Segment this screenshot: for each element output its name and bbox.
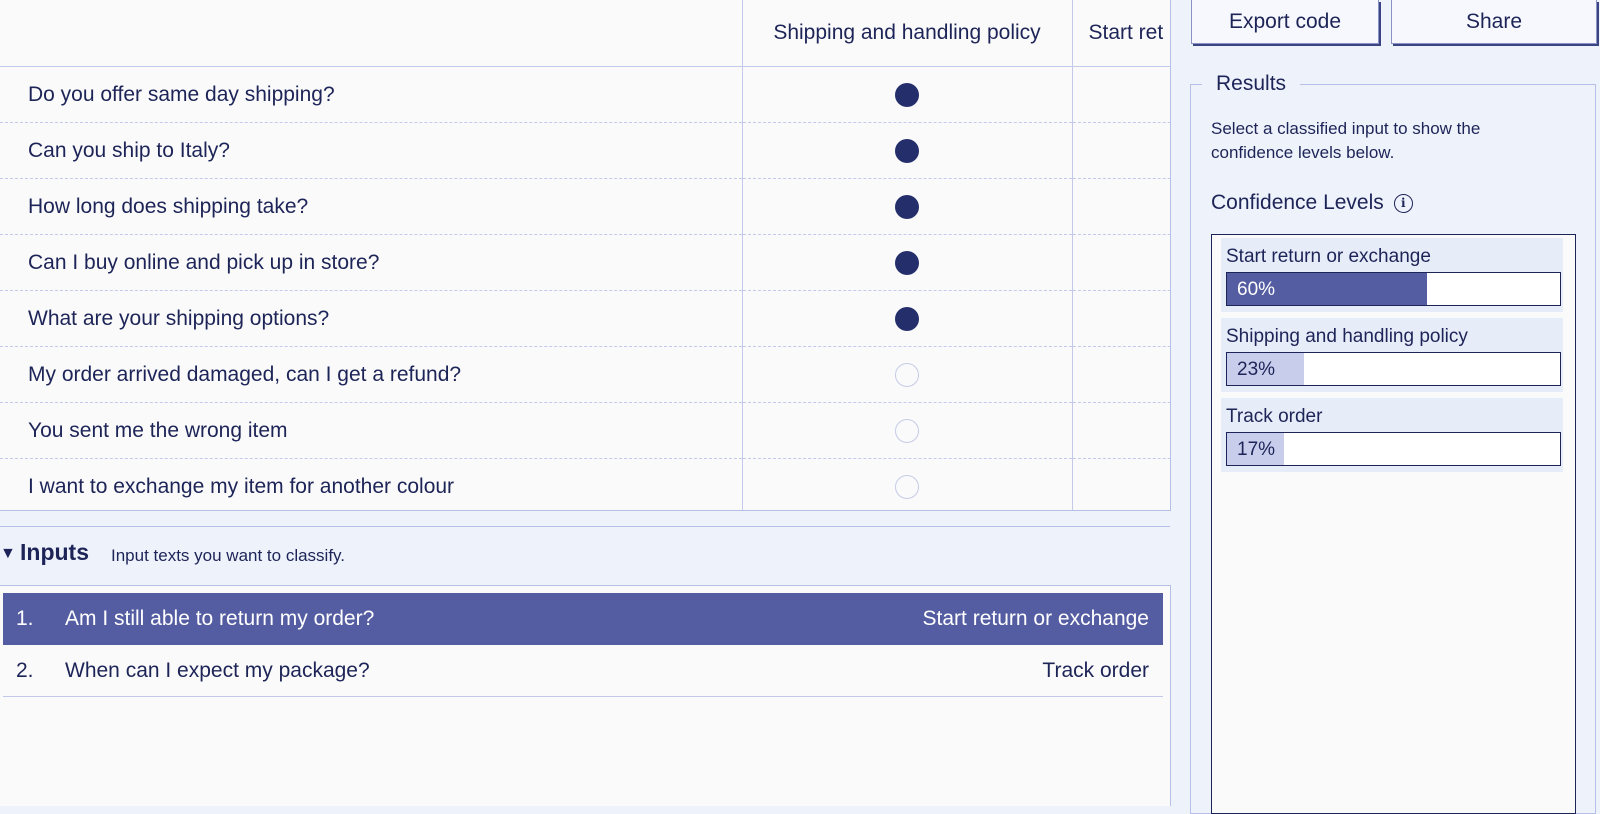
shipping-cell[interactable] xyxy=(741,178,1072,235)
radio-selected-icon[interactable] xyxy=(895,82,919,107)
input-predicted-label: Start return or exchange xyxy=(922,607,1149,630)
export-code-button[interactable]: Export code xyxy=(1191,0,1379,44)
table-row: My order arrived damaged, can I get a re… xyxy=(0,346,1170,403)
table-row: Can you ship to Italy? xyxy=(0,122,1170,179)
example-text[interactable]: How long does shipping take? xyxy=(0,178,742,235)
table-row: What are your shipping options? xyxy=(0,290,1170,347)
example-text[interactable]: What are your shipping options? xyxy=(0,290,742,347)
input-predicted-label: Track order xyxy=(1042,658,1149,682)
confidence-levels-heading: Confidence Levels i xyxy=(1211,191,1413,215)
shipping-cell[interactable] xyxy=(741,346,1072,403)
example-text[interactable]: Can you ship to Italy? xyxy=(0,122,742,179)
table-row: How long does shipping take? xyxy=(0,178,1170,235)
radio-selected-icon[interactable] xyxy=(895,138,919,163)
column-header-start-return[interactable]: Start ret xyxy=(1071,0,1170,67)
radio-selected-icon[interactable] xyxy=(895,306,919,331)
example-text[interactable]: I want to exchange my item for another c… xyxy=(0,458,742,510)
confidence-label: Track order xyxy=(1226,406,1323,427)
examples-table-panel: Shipping and handling policy Start ret D… xyxy=(0,0,1171,511)
shipping-cell[interactable] xyxy=(741,402,1072,459)
example-text[interactable]: You sent me the wrong item xyxy=(0,402,742,459)
inputs-section-header[interactable]: ▼ Inputs Input texts you want to classif… xyxy=(0,526,1170,587)
start-return-cell[interactable] xyxy=(1071,234,1170,291)
table-header-row: Shipping and handling policy Start ret xyxy=(0,0,1170,67)
radio-selected-icon[interactable] xyxy=(895,250,919,275)
inputs-subtitle: Input texts you want to classify. xyxy=(111,546,346,565)
results-legend: Results xyxy=(1202,72,1301,96)
confidence-label: Start return or exchange xyxy=(1226,246,1431,267)
table-row: You sent me the wrong item xyxy=(0,402,1170,459)
shipping-cell[interactable] xyxy=(741,290,1072,347)
input-text: When can I expect my package? xyxy=(65,658,370,682)
start-return-cell[interactable] xyxy=(1071,66,1170,123)
confidence-item: Shipping and handling policy 23% xyxy=(1221,318,1563,392)
radio-empty-icon[interactable] xyxy=(895,362,919,387)
table-row: I want to exchange my item for another c… xyxy=(0,458,1170,510)
confidence-bar: 23% xyxy=(1226,352,1561,386)
shipping-cell[interactable] xyxy=(741,234,1072,291)
input-number: 1. xyxy=(16,607,34,630)
column-header-shipping[interactable]: Shipping and handling policy xyxy=(741,0,1072,67)
confidence-bar: 17% xyxy=(1226,432,1561,466)
confidence-item: Track order 17% xyxy=(1221,398,1563,472)
shipping-cell[interactable] xyxy=(741,66,1072,123)
example-text[interactable]: Can I buy online and pick up in store? xyxy=(0,234,742,291)
start-return-cell[interactable] xyxy=(1071,178,1170,235)
confidence-levels-box: Start return or exchange 60% Shipping and … xyxy=(1211,234,1576,814)
share-button[interactable]: Share xyxy=(1391,0,1597,44)
confidence-label: Shipping and handling policy xyxy=(1226,326,1468,347)
table-header-corner xyxy=(0,0,742,67)
start-return-cell[interactable] xyxy=(1071,290,1170,347)
start-return-cell[interactable] xyxy=(1071,458,1170,510)
input-row[interactable]: 1. Am I still able to return my order? Sta… xyxy=(3,593,1163,645)
input-text: Am I still able to return my order? xyxy=(65,607,375,630)
input-row[interactable]: 2. When can I expect my package? Track ord… xyxy=(3,645,1163,697)
inputs-list: 1. Am I still able to return my order? Sta… xyxy=(0,585,1171,806)
confidence-bar: 60% xyxy=(1226,272,1561,306)
radio-selected-icon[interactable] xyxy=(895,194,919,219)
radio-empty-icon[interactable] xyxy=(895,474,919,499)
confidence-item: Start return or exchange 60% xyxy=(1221,238,1563,312)
examples-table: Shipping and handling policy Start ret D… xyxy=(0,0,1170,510)
results-description: Select a classified input to show the co… xyxy=(1211,119,1481,162)
table-row: Do you offer same day shipping? xyxy=(0,66,1170,123)
confidence-percent: 60% xyxy=(1237,279,1276,300)
table-body: Do you offer same day shipping? Can you s… xyxy=(0,66,1170,510)
confidence-percent: 17% xyxy=(1237,439,1276,460)
table-row: Can I buy online and pick up in store? xyxy=(0,234,1170,291)
info-icon[interactable]: i xyxy=(1393,193,1413,213)
input-number: 2. xyxy=(16,658,34,682)
confidence-levels-title: Confidence Levels xyxy=(1211,191,1384,214)
radio-empty-icon[interactable] xyxy=(895,418,919,443)
shipping-cell[interactable] xyxy=(741,122,1072,179)
confidence-percent: 23% xyxy=(1237,359,1276,380)
shipping-cell[interactable] xyxy=(741,458,1072,510)
start-return-cell[interactable] xyxy=(1071,122,1170,179)
example-text[interactable]: Do you offer same day shipping? xyxy=(0,66,742,123)
start-return-cell[interactable] xyxy=(1071,402,1170,459)
collapse-triangle-icon[interactable]: ▼ xyxy=(0,545,16,563)
inputs-title: Inputs xyxy=(20,539,89,565)
example-text[interactable]: My order arrived damaged, can I get a re… xyxy=(0,346,742,403)
start-return-cell[interactable] xyxy=(1071,346,1170,403)
